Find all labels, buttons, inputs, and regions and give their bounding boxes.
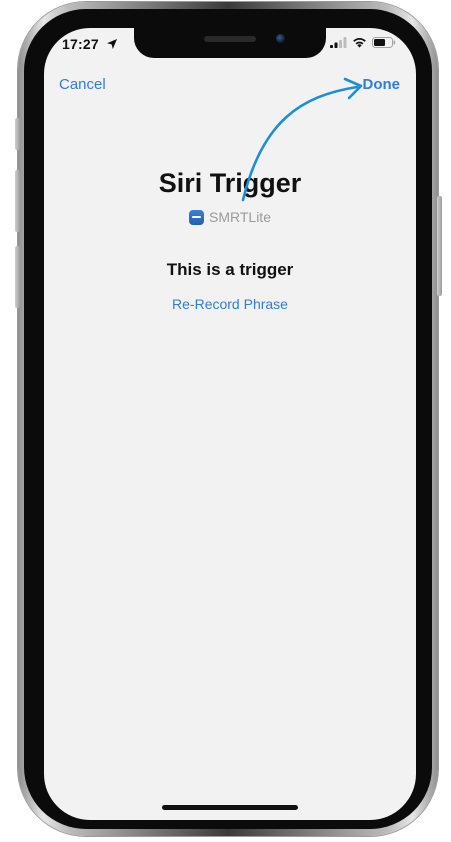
trigger-phrase: This is a trigger bbox=[166, 260, 294, 279]
cancel-button[interactable]: Cancel bbox=[59, 76, 106, 93]
power-button bbox=[437, 196, 442, 296]
status-icons bbox=[330, 37, 396, 48]
notch bbox=[134, 28, 326, 58]
app-name: SMRTLite bbox=[209, 209, 271, 225]
speaker-grille bbox=[204, 36, 256, 42]
smrtlite-app-icon bbox=[189, 209, 204, 225]
silent-switch bbox=[15, 118, 20, 150]
battery-icon bbox=[372, 37, 396, 48]
phone-screen: 17:27 Cancel Done Siri Trigger SMRTLite … bbox=[44, 28, 416, 820]
home-indicator[interactable] bbox=[162, 805, 298, 810]
volume-down-button bbox=[15, 246, 20, 308]
front-camera bbox=[276, 34, 285, 43]
app-icon-glyph bbox=[192, 216, 201, 218]
volume-up-button bbox=[15, 170, 20, 232]
phone-mockup: 17:27 Cancel Done Siri Trigger SMRTLite … bbox=[0, 0, 451, 842]
location-arrow-icon bbox=[107, 39, 117, 49]
app-attribution: SMRTLite bbox=[44, 209, 416, 225]
cellular-signal-icon bbox=[330, 37, 347, 48]
wifi-icon bbox=[353, 38, 366, 48]
re-record-phrase-link[interactable]: Re-Record Phrase bbox=[44, 296, 416, 312]
status-time: 17:27 bbox=[62, 36, 99, 52]
shortcut-title: Siri Trigger bbox=[158, 168, 302, 198]
done-button[interactable]: Done bbox=[363, 76, 401, 93]
